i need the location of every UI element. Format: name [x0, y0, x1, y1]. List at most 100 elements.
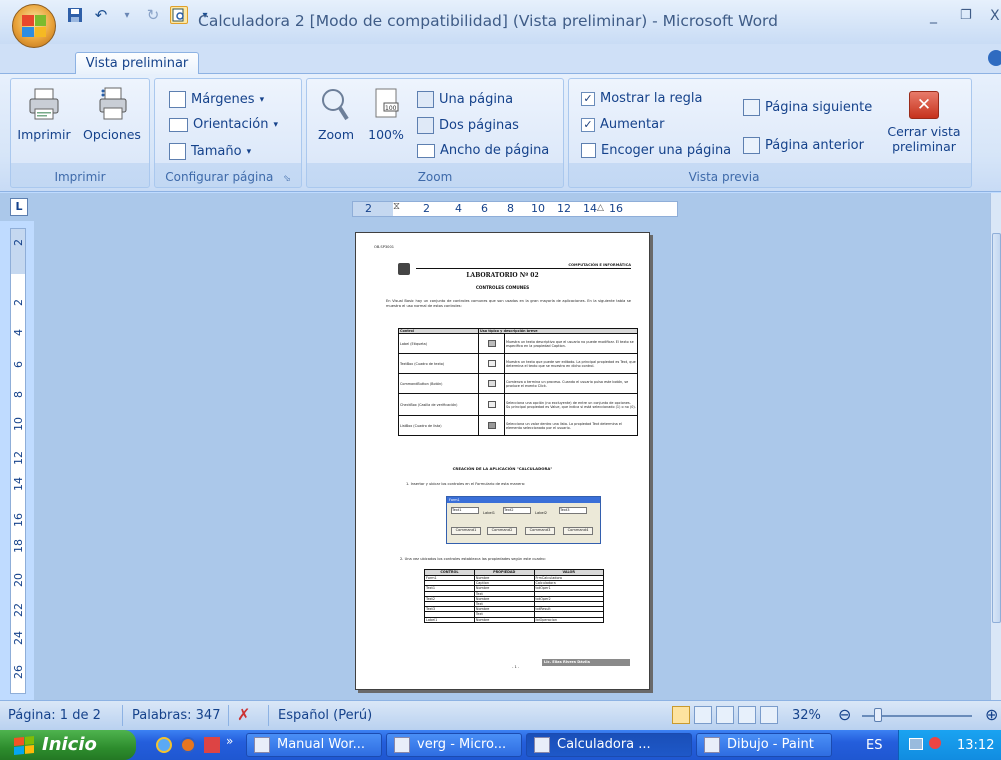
magnify-checkbox[interactable]: ✓ Aumentar	[581, 117, 664, 132]
page-count[interactable]: Página: 1 de 2	[8, 708, 101, 723]
print-button[interactable]: Imprimir	[17, 87, 71, 142]
group-configurar-pagina: Márgenes ▾ Orientación ▾ Tamaño ▾ Config…	[154, 78, 302, 188]
right-indent-marker-icon[interactable]: △	[597, 203, 604, 213]
help-icon[interactable]	[988, 50, 1001, 66]
firefox-icon[interactable]	[180, 737, 196, 753]
properties-table: CONTROL PROPIEDAD VALOR Form1 Nombre FrmCa…	[424, 569, 605, 623]
undo-icon[interactable]: ↶	[92, 6, 110, 24]
task-verg[interactable]: verg - Micro...	[386, 733, 522, 757]
listbox-control-icon	[487, 421, 496, 429]
close-icon: ✕	[909, 91, 939, 119]
zoom-button[interactable]: Zoom	[313, 87, 359, 142]
ruler-number: 26	[12, 665, 25, 679]
group-imprimir: Imprimir Opciones Imprimir	[10, 78, 150, 188]
table-row: Label1 Nombre lblOperacion	[424, 616, 605, 623]
start-label: Inicio	[42, 734, 97, 755]
language-status[interactable]: Español (Perú)	[278, 708, 372, 723]
network-icon[interactable]	[909, 738, 923, 750]
volume-icon[interactable]	[929, 737, 941, 749]
previous-page-button[interactable]: Página anterior	[743, 137, 864, 154]
redo-icon[interactable]: ↻	[144, 6, 162, 24]
zoom-label: Zoom	[317, 127, 355, 142]
vertical-scrollbar[interactable]	[990, 193, 1001, 700]
page-width-label: Ancho de página	[440, 143, 550, 158]
orientation-icon	[169, 117, 188, 132]
close-button[interactable]: X	[990, 8, 1000, 24]
ruler-number: 16	[12, 513, 25, 527]
print-layout-view-icon[interactable]	[672, 706, 690, 724]
table-row: CheckBox (Casilla de verificación) Selec…	[398, 393, 638, 417]
window-title: Calculadora 2 [Modo de compatibilidad] (…	[198, 12, 778, 30]
table-cell: CheckBox (Casilla de verificación)	[398, 393, 479, 417]
orientation-button[interactable]: Orientación ▾	[169, 117, 278, 132]
size-button[interactable]: Tamaño ▾	[169, 143, 251, 160]
document-page[interactable]: OB.SP3001 COMPUTACIÓN E INFORMÁTICA LABO…	[355, 232, 650, 690]
show-ruler-checkbox[interactable]: ✓ Mostrar la regla	[581, 91, 702, 106]
paint-icon	[704, 737, 720, 753]
minimize-button[interactable]: _	[930, 8, 937, 24]
quicklaunch-icon[interactable]	[204, 737, 220, 753]
zoom-100-button[interactable]: 100 100%	[363, 87, 409, 142]
zoom-level[interactable]: 32%	[792, 708, 821, 723]
form-text2: Text2	[503, 507, 531, 514]
office-button[interactable]	[12, 4, 56, 48]
two-pages-button[interactable]: Dos páginas	[417, 117, 519, 134]
zoom-slider-thumb[interactable]	[874, 708, 882, 722]
start-button[interactable]: Inicio	[0, 730, 136, 760]
table-row: CommandButton (Botón) Comienza o termina…	[398, 373, 638, 395]
indent-marker-icon[interactable]: ⧖	[393, 201, 400, 212]
outline-view-icon[interactable]	[738, 706, 756, 724]
close-preview-label-1: Cerrar vista	[887, 124, 961, 139]
word-doc-icon	[534, 737, 550, 753]
ie-icon[interactable]	[156, 737, 172, 753]
tab-vista-preliminar[interactable]: Vista preliminar	[75, 52, 199, 75]
page-width-button[interactable]: Ancho de página	[417, 143, 549, 158]
divider	[268, 705, 269, 726]
zoom-in-icon[interactable]: ⊕	[985, 705, 998, 724]
close-preview-button[interactable]: ✕ Cerrar vista preliminar	[881, 91, 967, 154]
shrink-one-page-button[interactable]: Encoger una página	[581, 143, 731, 158]
form-command2: Command2	[487, 527, 517, 535]
draft-view-icon[interactable]	[760, 706, 778, 724]
options-button[interactable]: Opciones	[79, 87, 145, 142]
task-calculadora[interactable]: Calculadora ...	[526, 733, 692, 757]
ruler-number: 8	[12, 391, 25, 398]
task-paint[interactable]: Dibujo - Paint	[696, 733, 832, 757]
page-100-icon: 100	[369, 87, 403, 121]
status-bar: Página: 1 de 2 Palabras: 347 ✗ Español (…	[0, 700, 1001, 730]
task-label: verg - Micro...	[417, 737, 507, 752]
size-label: Tamaño	[191, 144, 242, 159]
web-layout-icon[interactable]	[716, 706, 734, 724]
horizontal-ruler[interactable]: 2 ⧖ 2 4 6 8 10 12 14 △ 16	[352, 201, 678, 217]
table-row: TextBox (Cuadro de texto) Muestra un tex…	[398, 353, 638, 375]
group-label-configurar: Configurar página ⬂	[155, 168, 301, 186]
ruler-number: 12	[557, 202, 571, 215]
word-count[interactable]: Palabras: 347	[132, 708, 220, 723]
restore-button[interactable]: ❐	[960, 8, 972, 23]
section-title: CREACIÓN DE LA APLICACIÓN "CALCULADORA"	[452, 466, 553, 471]
doc-intro: En Visual Basic hay un conjunto de contr…	[386, 299, 631, 308]
proofing-icon[interactable]: ✗	[237, 705, 250, 724]
step-2: 2. Una vez ubicados los controles establ…	[400, 557, 546, 561]
task-label: Dibujo - Paint	[727, 737, 814, 752]
shrink-page-icon	[581, 143, 596, 158]
language-indicator[interactable]: ES	[866, 738, 882, 753]
dialog-launcher-icon[interactable]: ⬂	[283, 174, 291, 184]
zoom-out-icon[interactable]: ⊖	[838, 705, 851, 724]
undo-dropdown-icon[interactable]: ▾	[118, 6, 136, 24]
task-manual-word[interactable]: Manual Wor...	[246, 733, 382, 757]
save-icon[interactable]	[66, 6, 84, 24]
windows-logo-icon	[14, 735, 34, 756]
ruler-number: 6	[12, 361, 25, 368]
close-preview-label-2: preliminar	[892, 139, 956, 154]
scrollbar-thumb[interactable]	[992, 233, 1001, 623]
table-row: Label (Etiqueta) Muestra un texto descri…	[398, 333, 638, 355]
chevron-right-icon[interactable]: »	[226, 734, 233, 748]
vertical-ruler[interactable]: 2 2 4 6 8 10 12 14 16 18 20 22 24 26	[10, 228, 26, 694]
tab-selector-button[interactable]: L	[10, 198, 28, 216]
print-preview-icon[interactable]	[170, 6, 188, 24]
full-screen-reading-icon[interactable]	[694, 706, 712, 724]
next-page-button[interactable]: Página siguiente	[743, 99, 872, 116]
one-page-button[interactable]: Una página	[417, 91, 513, 108]
margins-button[interactable]: Márgenes ▾	[169, 91, 264, 108]
